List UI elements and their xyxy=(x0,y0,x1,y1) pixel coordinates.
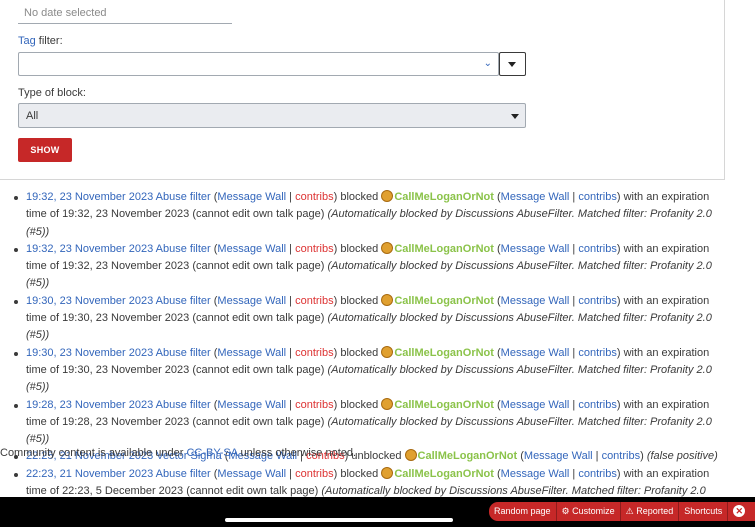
warning-icon: ⚠ xyxy=(625,506,637,516)
log-timestamp-link[interactable]: 19:28, 23 November 2023 xyxy=(26,399,153,411)
target-message-wall-link[interactable]: Message Wall xyxy=(501,243,570,255)
actor-message-wall-link[interactable]: Message Wall xyxy=(217,347,286,359)
actor-link[interactable]: Abuse filter xyxy=(156,243,211,255)
log-entry: 19:28, 23 November 2023 Abuse filter (Me… xyxy=(14,397,726,449)
block-log-filter-form: No date selected Tag filter: ⌄ Type of b… xyxy=(0,0,725,180)
target-message-wall-link[interactable]: Message Wall xyxy=(501,295,570,307)
target-user-link[interactable]: CallMeLoganOrNot xyxy=(394,243,494,255)
caret-down-icon xyxy=(511,114,519,119)
target-user-link[interactable]: CallMeLoganOrNot xyxy=(394,468,494,480)
actor-contribs-link[interactable]: contribs xyxy=(295,468,334,480)
log-timestamp-link[interactable]: 19:32, 23 November 2023 xyxy=(26,243,153,255)
user-avatar-icon xyxy=(381,241,394,254)
global-toolbar: Random page ⚙ Customize ⚠ Reported Short… xyxy=(489,502,755,521)
license-note: Community content is available under CC-… xyxy=(0,447,356,459)
gear-icon: ⚙ xyxy=(561,506,573,516)
close-icon: ✕ xyxy=(733,505,746,517)
log-entry: 19:30, 23 November 2023 Abuse filter (Me… xyxy=(14,293,726,345)
target-contribs-link[interactable]: contribs xyxy=(578,243,617,255)
close-toolbar-button[interactable]: ✕ xyxy=(728,502,750,521)
target-message-wall-link[interactable]: Message Wall xyxy=(501,191,570,203)
target-contribs-link[interactable]: contribs xyxy=(578,191,617,203)
actor-contribs-link[interactable]: contribs xyxy=(295,243,334,255)
customize-button[interactable]: ⚙ Customize xyxy=(557,502,621,521)
tag-link[interactable]: Tag xyxy=(18,35,36,47)
show-button[interactable]: SHOW xyxy=(18,138,72,162)
actor-message-wall-link[interactable]: Message Wall xyxy=(217,243,286,255)
tag-dropdown-button[interactable] xyxy=(499,52,526,76)
actor-contribs-link[interactable]: contribs xyxy=(295,347,334,359)
actor-message-wall-link[interactable]: Message Wall xyxy=(217,468,286,480)
log-timestamp-link[interactable]: 19:30, 23 November 2023 xyxy=(26,295,153,307)
license-text-end: unless otherwise noted. xyxy=(237,447,357,459)
shortcuts-button[interactable]: Shortcuts xyxy=(679,502,729,521)
user-avatar-icon xyxy=(404,449,417,462)
actor-contribs-link[interactable]: contribs xyxy=(295,295,334,307)
user-avatar-icon xyxy=(381,293,394,306)
home-indicator xyxy=(225,518,453,522)
target-contribs-link[interactable]: contribs xyxy=(578,347,617,359)
log-entry: 19:30, 23 November 2023 Abuse filter (Me… xyxy=(14,345,726,397)
actor-contribs-link[interactable]: contribs xyxy=(295,399,334,411)
block-reason: (false positive) xyxy=(646,450,718,463)
actor-link[interactable]: Abuse filter xyxy=(156,295,211,307)
log-entry: 19:32, 23 November 2023 Abuse filter (Me… xyxy=(14,189,726,241)
license-text: Community content is available under xyxy=(0,447,187,459)
target-user-link[interactable]: CallMeLoganOrNot xyxy=(394,399,494,411)
customize-label: Customize xyxy=(572,506,615,516)
license-link[interactable]: CC-BY-SA xyxy=(186,447,237,459)
random-page-button[interactable]: Random page xyxy=(489,502,557,521)
target-user-link[interactable]: CallMeLoganOrNot xyxy=(418,450,518,462)
target-message-wall-link[interactable]: Message Wall xyxy=(501,347,570,359)
target-contribs-link[interactable]: contribs xyxy=(602,450,641,462)
target-contribs-link[interactable]: contribs xyxy=(578,399,617,411)
user-avatar-icon xyxy=(381,466,394,479)
tag-filter-select[interactable]: ⌄ xyxy=(18,52,499,76)
chevron-down-icon: ⌄ xyxy=(483,58,492,69)
actor-message-wall-link[interactable]: Message Wall xyxy=(217,191,286,203)
actor-message-wall-link[interactable]: Message Wall xyxy=(217,295,286,307)
reported-button[interactable]: ⚠ Reported xyxy=(621,502,680,521)
target-contribs-link[interactable]: contribs xyxy=(578,468,617,480)
block-type-label: Type of block: xyxy=(18,87,86,99)
target-message-wall-link[interactable]: Message Wall xyxy=(524,450,593,462)
reported-label: Reported xyxy=(636,506,674,516)
actor-link[interactable]: Abuse filter xyxy=(156,191,211,203)
log-timestamp-link[interactable]: 19:32, 23 November 2023 xyxy=(26,191,153,203)
date-input[interactable]: No date selected xyxy=(18,2,232,24)
target-user-link[interactable]: CallMeLoganOrNot xyxy=(394,347,494,359)
block-type-value: All xyxy=(26,110,39,122)
target-user-link[interactable]: CallMeLoganOrNot xyxy=(394,191,494,203)
block-log-list: 19:32, 23 November 2023 Abuse filter (Me… xyxy=(14,189,726,518)
target-message-wall-link[interactable]: Message Wall xyxy=(501,399,570,411)
log-timestamp-link[interactable]: 22:23, 21 November 2023 xyxy=(26,468,153,480)
actor-message-wall-link[interactable]: Message Wall xyxy=(217,399,286,411)
target-user-link[interactable]: CallMeLoganOrNot xyxy=(394,295,494,307)
actor-link[interactable]: Abuse filter xyxy=(156,468,211,480)
log-entry: 19:32, 23 November 2023 Abuse filter (Me… xyxy=(14,241,726,293)
caret-down-icon xyxy=(508,62,516,67)
actor-link[interactable]: Abuse filter xyxy=(156,399,211,411)
actor-contribs-link[interactable]: contribs xyxy=(295,191,334,203)
block-type-select[interactable]: All xyxy=(18,103,526,128)
tag-filter-label: Tag filter: xyxy=(18,35,63,47)
user-avatar-icon xyxy=(381,397,394,410)
user-avatar-icon xyxy=(381,190,394,202)
user-avatar-icon xyxy=(381,345,394,358)
target-message-wall-link[interactable]: Message Wall xyxy=(501,468,570,480)
target-contribs-link[interactable]: contribs xyxy=(578,295,617,307)
log-timestamp-link[interactable]: 19:30, 23 November 2023 xyxy=(26,347,153,359)
tag-filter-label-text: filter: xyxy=(35,35,63,47)
actor-link[interactable]: Abuse filter xyxy=(156,347,211,359)
